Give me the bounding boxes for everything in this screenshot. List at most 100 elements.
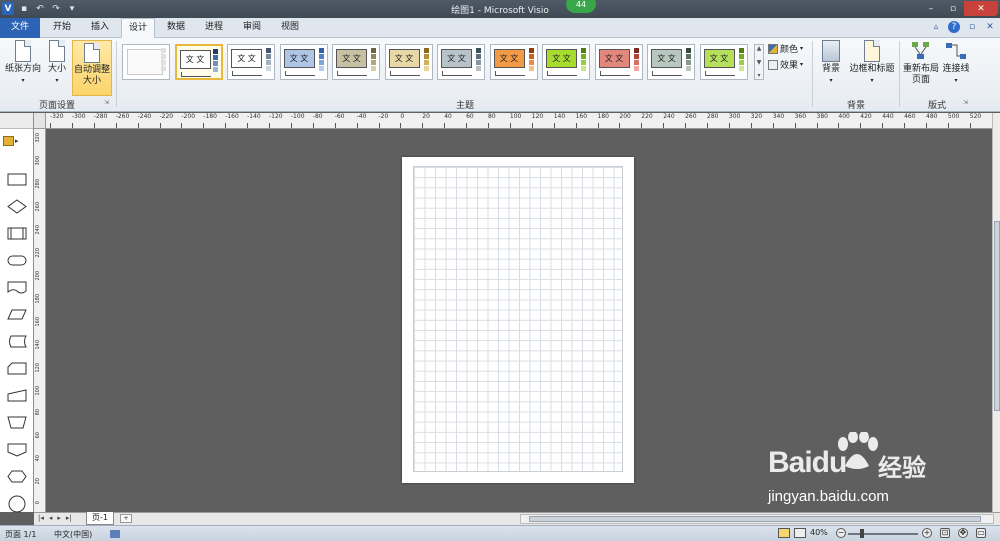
stencil-document-shape[interactable]: [7, 279, 27, 300]
stencil-manual-operation-shape[interactable]: [7, 414, 27, 435]
previous-page-icon[interactable]: ◂: [49, 514, 53, 522]
page-indicator[interactable]: 页面 1/1: [5, 529, 36, 540]
background-button[interactable]: 背景 ▾: [816, 40, 846, 86]
zoom-in-icon[interactable]: +: [922, 528, 932, 538]
theme-option[interactable]: 文 文: [332, 44, 380, 80]
theme-option[interactable]: 文 文: [594, 44, 643, 80]
tab-file[interactable]: 文件: [0, 18, 40, 38]
themes-gallery: 文 文文 文文 文文 文文 文文 文文 文文 文文 文文 文文 文: [120, 44, 764, 82]
relayout-label-2: 页面: [911, 75, 930, 85]
colors-button[interactable]: 颜色 ▾: [768, 42, 803, 55]
relayout-page-button[interactable]: 重新布局 页面: [902, 40, 940, 86]
connectors-button[interactable]: 连接线 ▾: [940, 40, 972, 86]
close-document-icon[interactable]: ✕: [984, 21, 996, 33]
drawing-page[interactable]: [402, 157, 634, 483]
ruler-tick: [378, 123, 380, 128]
stencil-off-page-shape[interactable]: [7, 441, 27, 462]
theme-option[interactable]: 文 文: [384, 44, 433, 80]
tab-process[interactable]: 进程: [196, 18, 232, 38]
zoom-slider[interactable]: [848, 533, 918, 535]
stencil-data-shape[interactable]: [7, 306, 27, 327]
fit-page-icon[interactable]: ⊡: [940, 528, 950, 538]
theme-option[interactable]: 文 文: [699, 44, 748, 80]
vertical-scroll-thumb[interactable]: [994, 221, 1000, 411]
last-page-icon[interactable]: ▸|: [66, 514, 72, 522]
theme-option[interactable]: 文 文: [489, 44, 538, 80]
stencil-process-shape[interactable]: [7, 225, 27, 246]
stencil-manual-input-shape[interactable]: [7, 387, 27, 408]
theme-option[interactable]: 文 文: [647, 44, 695, 80]
ruler-tick-label: 140: [553, 113, 566, 120]
minimize-ribbon-icon[interactable]: ▵: [930, 21, 942, 33]
scroll-up-icon[interactable]: ▲: [757, 45, 762, 52]
help-icon[interactable]: ?: [948, 21, 960, 33]
stencil-rectangle-shape[interactable]: [7, 171, 27, 192]
drawing-canvas[interactable]: [46, 129, 992, 512]
ruler-tick-label: 180: [597, 113, 609, 120]
ruler-tick: [225, 123, 227, 128]
fullscreen-view-icon[interactable]: [794, 528, 806, 538]
ruler-tick-label: 40: [35, 455, 41, 462]
first-page-icon[interactable]: |◂: [38, 514, 44, 522]
theme-option[interactable]: 文 文: [227, 44, 275, 80]
theme-none[interactable]: [122, 44, 170, 80]
ruler-tick: [663, 123, 665, 128]
pan-zoom-icon[interactable]: ✥: [958, 528, 968, 538]
vertical-scrollbar[interactable]: [992, 113, 1000, 512]
next-page-icon[interactable]: ▸: [57, 514, 61, 522]
tab-data[interactable]: 数据: [158, 18, 194, 38]
theme-swatches: [528, 48, 534, 71]
tab-review[interactable]: 审阅: [234, 18, 270, 38]
restore-window-icon[interactable]: ▫: [966, 21, 978, 33]
horizontal-scrollbar[interactable]: [520, 514, 994, 524]
page-setup-launcher-icon[interactable]: ⇲: [104, 99, 109, 106]
zoom-out-icon[interactable]: −: [836, 528, 846, 538]
ruler-tick-label: 260: [685, 113, 697, 120]
zoom-level[interactable]: 40%: [810, 528, 828, 537]
stencil-card-shape[interactable]: [7, 360, 27, 381]
tab-home[interactable]: 开始: [44, 18, 80, 38]
relayout-label-1: 重新布局: [902, 64, 939, 74]
macro-icon[interactable]: [110, 530, 120, 538]
size-button[interactable]: 大小 ▾: [44, 40, 70, 86]
autosize-button[interactable]: 自动调整 大小: [72, 40, 112, 96]
stencil-diamond-shape[interactable]: [7, 198, 27, 219]
borders-titles-button[interactable]: 边框和标题 ▾: [848, 40, 896, 86]
tab-view[interactable]: 视图: [272, 18, 308, 38]
gallery-more-icon[interactable]: ▾: [757, 72, 760, 79]
more-shapes-button[interactable]: ▸: [3, 135, 25, 147]
stencil-terminator-shape[interactable]: [7, 252, 27, 273]
effects-button[interactable]: 效果 ▾: [768, 58, 803, 71]
language-indicator[interactable]: 中文(中国): [54, 529, 92, 540]
maximize-icon[interactable]: ▫: [942, 1, 964, 16]
theme-option[interactable]: 文 文: [174, 44, 223, 80]
theme-sample-shape: 文 文: [283, 49, 315, 68]
minimize-icon[interactable]: –: [920, 1, 942, 16]
switch-windows-icon[interactable]: ▭: [976, 528, 986, 538]
page-tab[interactable]: 页-1: [86, 512, 114, 525]
background-group-label: 背景: [846, 101, 865, 111]
page-grid: [413, 166, 623, 472]
theme-swatches: [476, 48, 481, 71]
effects-icon: [768, 59, 778, 70]
ruler-tick-label: -280: [93, 113, 108, 120]
close-icon[interactable]: ✕: [964, 1, 998, 16]
scroll-down-icon[interactable]: ▼: [757, 59, 762, 66]
orientation-button[interactable]: 纸张方向 ▾: [3, 40, 43, 86]
themes-gallery-scroll[interactable]: ▲ ▼ ▾: [754, 44, 764, 80]
horizontal-scroll-thumb[interactable]: [529, 516, 981, 522]
stencil-stored-data-shape[interactable]: [7, 333, 27, 354]
layout-launcher-icon[interactable]: ⇲: [963, 99, 968, 106]
theme-option[interactable]: 文 文: [542, 44, 590, 80]
tab-design[interactable]: 设计: [121, 18, 155, 39]
theme-option[interactable]: 文 文: [279, 44, 328, 80]
normal-view-icon[interactable]: [778, 528, 790, 538]
insert-page-icon[interactable]: +: [120, 514, 132, 523]
theme-swatches: [581, 48, 586, 71]
page-navigation: |◂ ◂ ▸ ▸|: [38, 514, 72, 522]
zoom-slider-knob[interactable]: [860, 529, 864, 538]
tab-insert[interactable]: 插入: [82, 18, 118, 38]
stencil-connector-shape[interactable]: [7, 495, 27, 516]
theme-option[interactable]: 文 文: [437, 44, 485, 80]
stencil-preparation-shape[interactable]: [7, 468, 27, 489]
